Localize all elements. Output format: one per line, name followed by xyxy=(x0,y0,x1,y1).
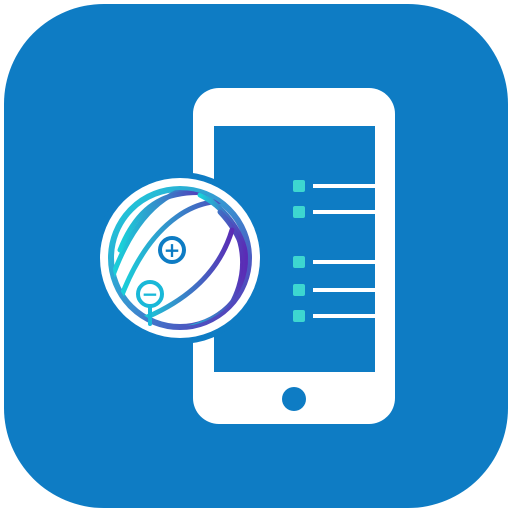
list-row-line xyxy=(313,210,375,214)
list-row-bullet xyxy=(293,310,305,322)
app-icon-stage: + − xyxy=(0,0,512,512)
list-row-line xyxy=(313,184,375,188)
minus-symbol: − xyxy=(142,282,159,306)
phone-home-button xyxy=(282,387,306,411)
list-row-line xyxy=(313,260,375,264)
list-row-bullet xyxy=(293,284,305,296)
plus-symbol: + xyxy=(164,238,181,262)
list-row-bullet xyxy=(293,206,305,218)
globe-icon: + − xyxy=(94,172,266,344)
app-icon: + − xyxy=(4,4,508,508)
list-row-line xyxy=(313,288,375,292)
list-row-bullet xyxy=(293,256,305,268)
list-row-bullet xyxy=(293,180,305,192)
list-row-line xyxy=(313,314,375,318)
